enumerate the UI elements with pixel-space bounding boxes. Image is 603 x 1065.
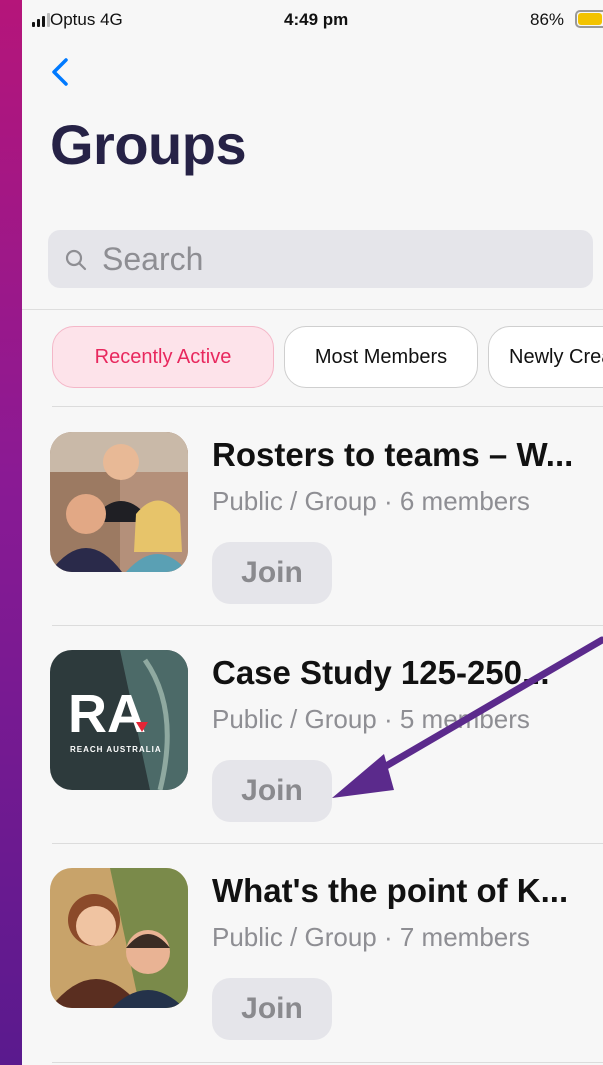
- reach-australia-logo-icon: RA REACH AUSTRALIA: [50, 650, 188, 790]
- annotation-arrow-icon: [332, 636, 603, 798]
- divider: [52, 406, 603, 407]
- group-thumbnail: RA REACH AUSTRALIA: [50, 650, 188, 790]
- logo-caption: REACH AUSTRALIA: [70, 745, 162, 754]
- back-button[interactable]: [44, 54, 80, 90]
- divider: [22, 309, 603, 310]
- group-name: Rosters to teams – W...: [212, 436, 574, 473]
- clock: 4:49 pm: [284, 10, 349, 29]
- logo-text: RA: [68, 684, 146, 744]
- chevron-left-icon: [52, 58, 68, 86]
- filter-chips: Recently Active Most Members Newly Crea: [52, 326, 603, 390]
- group-item[interactable]: Rosters to teams – W... Public / Group ·…: [22, 432, 603, 632]
- filter-chip-label: Most Members: [314, 345, 448, 368]
- phone-screen: Optus 4G 4:49 pm 86% Groups Search Recen…: [22, 0, 603, 1065]
- filter-chip-most-members[interactable]: Most Members: [284, 326, 478, 388]
- filter-chip-label: Recently Active: [94, 345, 232, 368]
- carrier-label: Optus 4G: [50, 10, 123, 29]
- group-photo-icon: [50, 868, 188, 1008]
- search-input[interactable]: Search: [48, 230, 593, 288]
- battery-percent: 86%: [530, 10, 565, 29]
- signal-icon: [32, 13, 50, 27]
- divider: [52, 843, 603, 844]
- status-bar: Optus 4G 4:49 pm 86%: [22, 0, 603, 40]
- group-meta: Public / Group · 6 members: [212, 486, 530, 516]
- group-item[interactable]: What's the point of K... Public / Group …: [22, 868, 603, 1065]
- join-button[interactable]: Join: [212, 542, 332, 604]
- filter-chip-newly-created[interactable]: Newly Crea: [488, 326, 603, 388]
- group-name: What's the point of K...: [212, 872, 569, 909]
- group-photo-icon: [50, 432, 188, 572]
- search-placeholder: Search: [102, 241, 204, 277]
- filter-chip-label: Newly Crea: [509, 345, 603, 368]
- divider: [52, 1062, 603, 1063]
- group-thumbnail: [50, 432, 188, 572]
- group-meta: Public / Group · 7 members: [212, 922, 530, 952]
- battery-icon: [575, 10, 603, 28]
- filter-chip-recently-active[interactable]: Recently Active: [52, 326, 274, 388]
- page-title: Groups: [50, 113, 247, 176]
- join-button[interactable]: Join: [212, 978, 332, 1040]
- search-icon: [65, 249, 87, 271]
- group-thumbnail: [50, 868, 188, 1008]
